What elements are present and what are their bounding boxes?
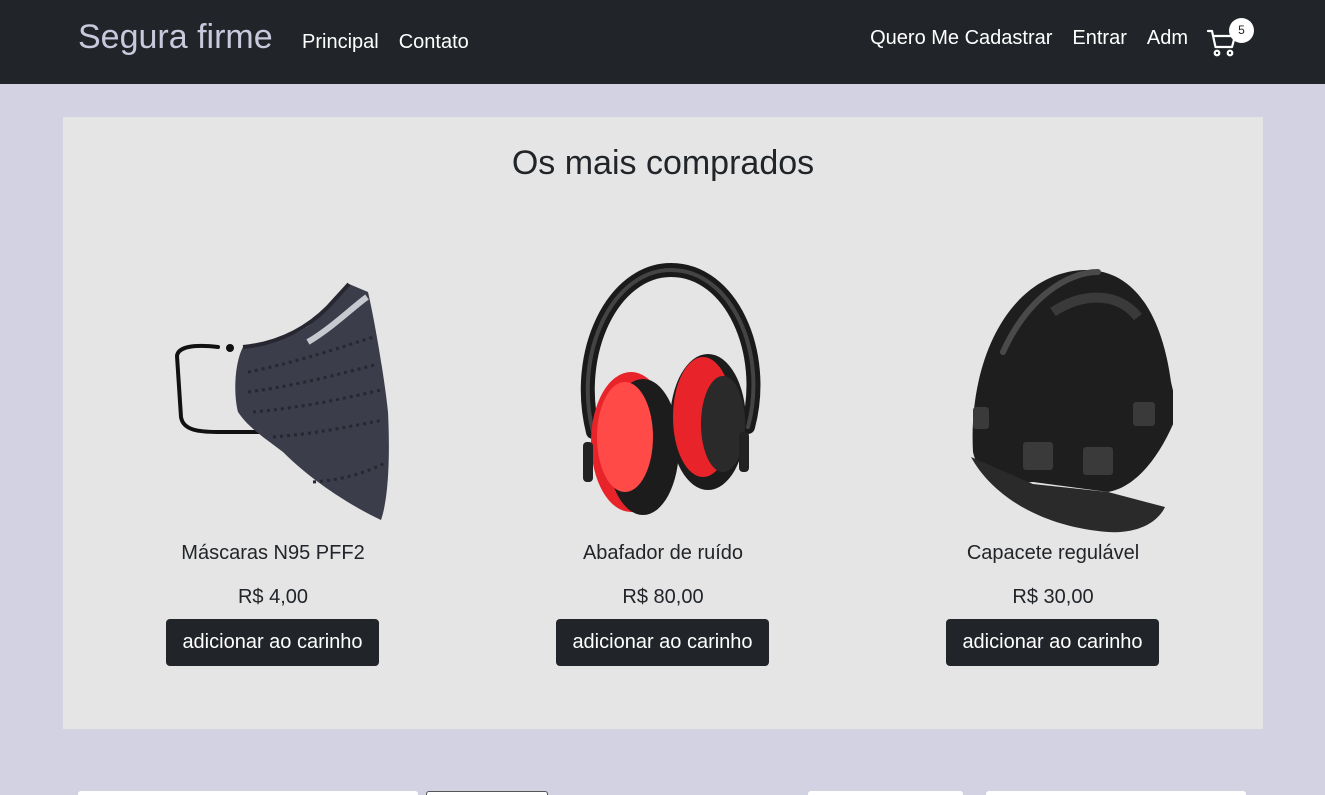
navbar: Segura firme Principal Contato Quero Me … [0, 0, 1325, 84]
nav-link-entrar[interactable]: Entrar [1072, 26, 1126, 50]
nav-right: Quero Me Cadastrar Entrar Adm [870, 26, 1188, 50]
add-to-cart-button[interactable]: adicionar ao carinho [166, 619, 379, 666]
footer-peek [986, 791, 1246, 795]
nav-left: Principal Contato [302, 30, 469, 54]
product-price: R$ 80,00 [622, 586, 704, 608]
cart-count-badge: 5 [1229, 18, 1254, 43]
nav-link-adm[interactable]: Adm [1147, 26, 1188, 50]
product-card: Capacete regulável R$ 30,00 adicionar ao… [903, 252, 1203, 672]
product-card: Máscaras N95 PFF2 R$ 4,00 adicionar ao c… [123, 252, 423, 672]
footer-peek [78, 791, 418, 795]
product-price: R$ 30,00 [1012, 586, 1094, 608]
product-name: Capacete regulável [966, 542, 1140, 564]
section-title: Os mais comprados [511, 144, 815, 182]
n95-mask-image[interactable] [153, 252, 393, 537]
product-name: Abafador de ruído [582, 542, 744, 564]
product-card: Abafador de ruído R$ 80,00 adicionar ao … [513, 252, 813, 672]
nav-link-contato[interactable]: Contato [399, 30, 469, 54]
brand-link[interactable]: Segura firme [78, 17, 273, 57]
add-to-cart-button[interactable]: adicionar ao carinho [556, 619, 769, 666]
nav-link-cadastrar[interactable]: Quero Me Cadastrar [870, 26, 1052, 50]
most-bought-panel: Os mais comprados Máscaras N95 PFF2 R$ 4… [63, 117, 1263, 729]
nav-link-principal[interactable]: Principal [302, 30, 379, 54]
add-to-cart-button[interactable]: adicionar ao carinho [946, 619, 1159, 666]
ear-muffs-image[interactable] [543, 252, 783, 537]
product-name: Máscaras N95 PFF2 [181, 542, 365, 564]
helmet-image[interactable] [933, 252, 1178, 537]
footer-peek [426, 791, 548, 795]
product-price: R$ 4,00 [237, 586, 309, 608]
footer-peek [808, 791, 963, 795]
